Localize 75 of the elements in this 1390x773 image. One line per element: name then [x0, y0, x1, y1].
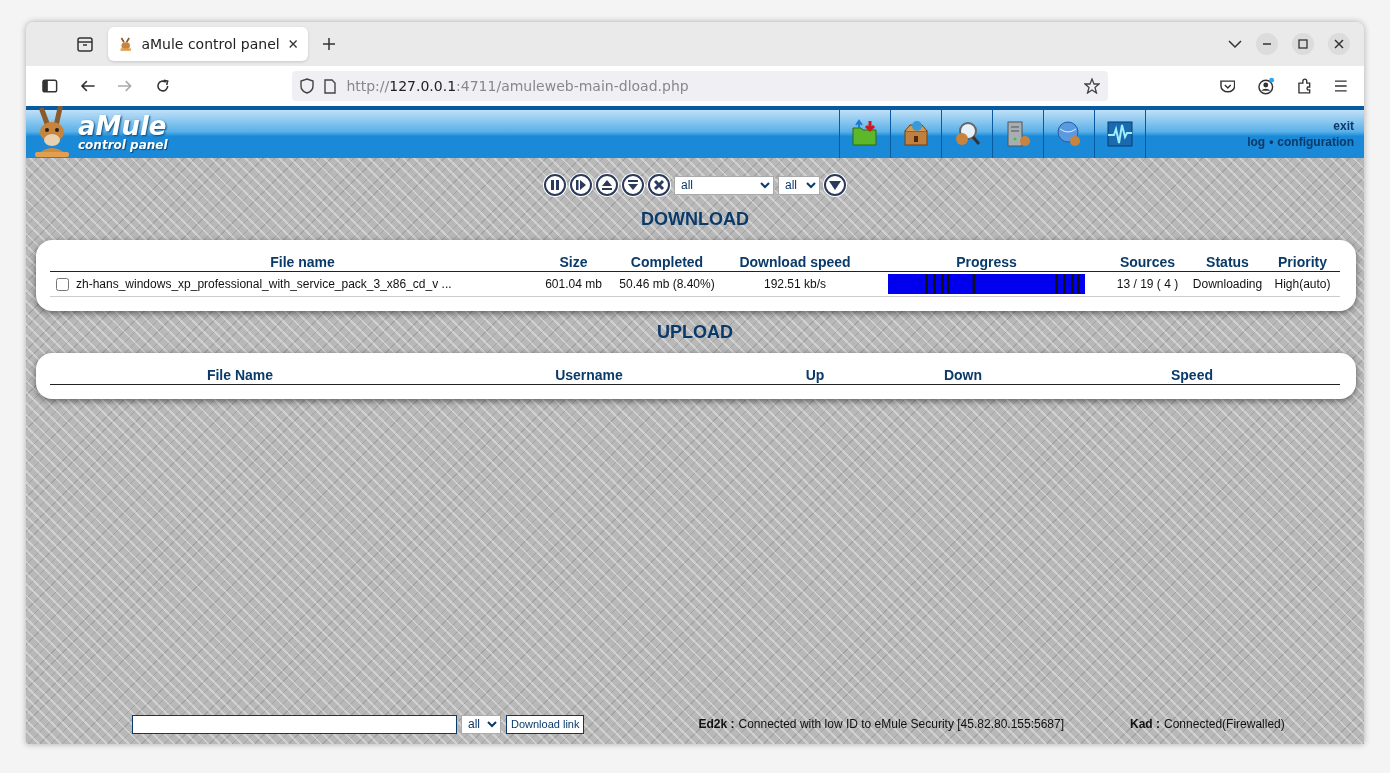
column-header: Completed	[612, 252, 722, 272]
download-link-button[interactable]: Download link	[506, 714, 585, 734]
sidebar-icon[interactable]	[42, 79, 58, 93]
pulse-graph-icon	[1105, 119, 1135, 149]
minimize-icon	[1262, 43, 1272, 45]
column-header: Status	[1190, 252, 1265, 272]
completed-cell: 50.46 mb (8.40%)	[612, 271, 722, 297]
category-select[interactable]: all	[674, 175, 774, 195]
maximize-icon	[1298, 39, 1308, 49]
column-header: Username	[430, 365, 748, 385]
up-triangle-icon	[600, 178, 614, 192]
cancel-button[interactable]	[648, 174, 670, 196]
sources-cell: 13 / 19 ( 4 )	[1105, 271, 1190, 297]
close-icon	[1334, 39, 1344, 49]
column-header: File Name	[50, 365, 430, 385]
pause-icon	[548, 178, 562, 192]
speed-cell: 192.51 kb/s	[722, 271, 868, 297]
pause-button[interactable]	[544, 174, 566, 196]
close-icon	[652, 178, 666, 192]
size-cell: 601.04 mb	[535, 271, 612, 297]
logo-subtitle: control panel	[78, 139, 168, 152]
shield-icon	[300, 78, 315, 94]
donkey-icon	[118, 35, 134, 53]
column-header: Speed	[1044, 365, 1340, 385]
status-filter-select[interactable]: all	[778, 175, 820, 195]
column-header: Progress	[868, 252, 1105, 272]
logo-title: aMule	[78, 113, 167, 139]
priority-cell: High(auto)	[1265, 271, 1340, 297]
resume-button[interactable]	[570, 174, 592, 196]
reload-icon[interactable]	[154, 78, 171, 94]
minimize-button[interactable]	[1256, 33, 1278, 55]
pocket-icon[interactable]	[1219, 79, 1236, 93]
link-input-field[interactable]	[132, 714, 457, 734]
ed2k-status: Connected with low ID to eMule Security [45.82.80.155:5687]	[738, 717, 1065, 731]
section-title: UPLOAD	[656, 321, 734, 343]
play-icon	[574, 178, 588, 192]
menu-icon[interactable]	[1334, 80, 1348, 92]
down-triangle-icon	[828, 178, 842, 192]
column-header: Sources	[1105, 252, 1190, 272]
kad-label: Kad :	[1130, 717, 1161, 731]
column-header: Download speed	[722, 252, 868, 272]
account-icon[interactable]	[1257, 77, 1275, 95]
move-down-button[interactable]	[622, 174, 644, 196]
exit-link[interactable]: exit	[1333, 119, 1354, 133]
down-triangle-icon	[626, 178, 640, 192]
column-header: Down	[882, 365, 1044, 385]
section-title: DOWNLOAD	[640, 208, 750, 230]
kad-status: Connected(Firewalled)	[1164, 717, 1285, 731]
maximize-button[interactable]	[1292, 33, 1314, 55]
column-header: File name	[70, 252, 535, 272]
back-arrow-icon[interactable]	[79, 79, 96, 93]
file-name-cell: zh-hans_windows_xp_professional_with_service_pack_3_x86_cd_v ...	[70, 271, 535, 297]
folder-arrows-icon	[850, 119, 880, 149]
row-checkbox[interactable]	[55, 278, 69, 292]
column-header: Up	[748, 365, 882, 385]
tab-overview-icon[interactable]	[76, 35, 94, 53]
link-separator: •	[1269, 135, 1274, 149]
column-header: Priority	[1265, 252, 1340, 272]
link-category-select[interactable]: all	[461, 714, 501, 734]
page-icon	[324, 78, 337, 94]
bookmark-star-icon[interactable]	[1083, 78, 1100, 94]
statistics-button[interactable]	[1094, 110, 1146, 158]
apply-filter-button[interactable]	[824, 174, 846, 196]
column-header: Size	[535, 252, 612, 272]
close-tab-icon[interactable]	[287, 38, 298, 50]
status-cell: Downloading	[1190, 271, 1265, 297]
move-up-button[interactable]	[596, 174, 618, 196]
browser-tab[interactable]: aMule control panel	[108, 27, 308, 61]
box-globe-icon	[901, 119, 931, 149]
chevron-down-icon[interactable]	[1228, 39, 1242, 49]
new-tab-icon[interactable]	[322, 37, 336, 51]
url-field[interactable]: http://127.0.0.1:4711/amuleweb-main-dload.php	[292, 71, 1108, 101]
puzzle-piece-icon[interactable]	[1296, 78, 1313, 94]
ed2k-label: Ed2k :	[698, 717, 735, 731]
close-window-button[interactable]	[1328, 33, 1350, 55]
